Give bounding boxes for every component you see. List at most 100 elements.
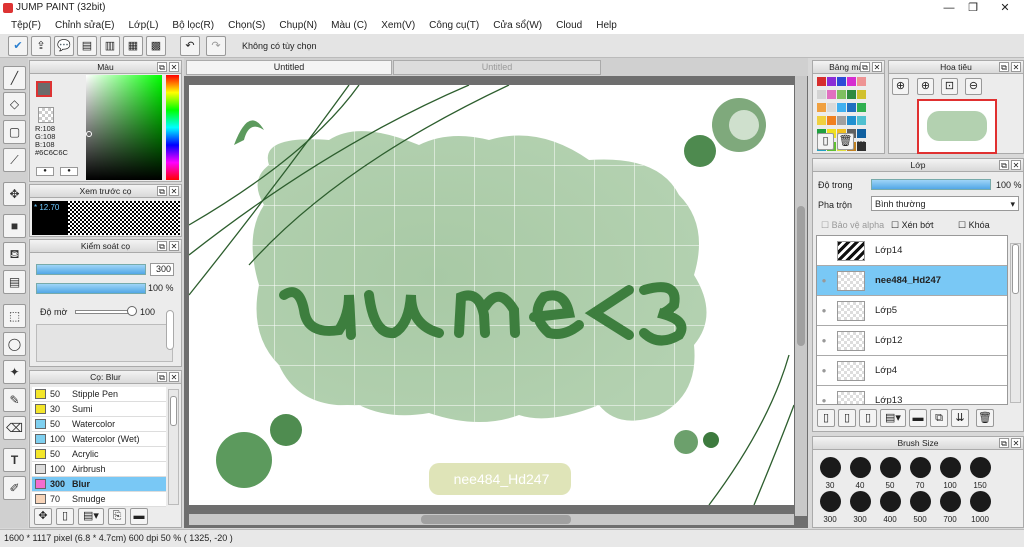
text-tool-icon[interactable]: T xyxy=(3,448,26,472)
palette-swatch[interactable] xyxy=(836,89,846,99)
brush-size-option[interactable]: 300 xyxy=(815,491,845,524)
new-brush-icon[interactable]: ▯ xyxy=(56,508,74,525)
zoom-in-icon[interactable]: ⊕ xyxy=(892,78,909,95)
brush-size-value[interactable]: 300 xyxy=(150,263,174,276)
hue-slider[interactable] xyxy=(166,75,179,180)
layer-opacity-slider[interactable] xyxy=(871,179,991,190)
cloud-check-icon[interactable]: ✔ xyxy=(8,36,28,56)
brush-size-option[interactable]: 1000 xyxy=(965,491,995,524)
float-icon[interactable]: ⧉ xyxy=(999,438,1009,448)
brush-size-option[interactable]: 100 xyxy=(935,457,965,490)
color-swap-icon[interactable]: ● xyxy=(60,167,78,176)
clip-checkbox[interactable]: ☐ Xén bớt xyxy=(891,220,934,231)
palette-swatch[interactable] xyxy=(836,115,846,125)
close-icon[interactable]: ✕ xyxy=(169,62,179,72)
palette-swatch[interactable] xyxy=(826,89,836,99)
menu-color[interactable]: Màu (C) xyxy=(324,20,374,31)
delete-layer-icon[interactable]: 🗑 xyxy=(976,409,994,427)
rect-tool-icon[interactable]: ▢ xyxy=(3,120,26,144)
fill-rect-tool-icon[interactable]: ■ xyxy=(3,214,26,238)
palette-swatch[interactable] xyxy=(826,76,836,86)
maximize-button[interactable]: ❐ xyxy=(958,0,988,16)
close-icon[interactable]: ✕ xyxy=(1011,160,1021,170)
brush-item[interactable]: 300 Blur xyxy=(32,477,166,492)
navigator-thumbnail[interactable] xyxy=(917,99,997,154)
float-icon[interactable]: ⧉ xyxy=(999,62,1009,72)
chat-icon[interactable]: 💬 xyxy=(54,36,74,56)
layer-visibility-icon[interactable]: ● xyxy=(817,366,831,375)
palette-swatch[interactable] xyxy=(816,76,826,86)
layer-row[interactable]: ● Lớp4 xyxy=(817,356,1007,386)
palette-swatch[interactable] xyxy=(816,115,826,125)
brush-folder-icon[interactable]: ▬ xyxy=(130,508,148,525)
zoom-out-icon[interactable]: ⊕ xyxy=(917,78,934,95)
brush-item[interactable]: 50 Acrylic xyxy=(32,447,166,462)
brush-tip-icon[interactable]: ✥ xyxy=(34,508,52,525)
select-pen-icon[interactable]: ✎ xyxy=(3,388,26,412)
folder-icon[interactable]: ▬ xyxy=(909,409,927,427)
palette-swatch[interactable] xyxy=(856,115,866,125)
layer-row[interactable]: Lớp14 xyxy=(817,236,1007,266)
palette-swatch[interactable] xyxy=(836,102,846,112)
canvas-h-scrollbar[interactable] xyxy=(189,514,794,525)
comment-icon[interactable]: ▤ xyxy=(77,36,97,56)
palette-swatch[interactable] xyxy=(846,76,856,86)
tab-untitled-1[interactable]: Untitled xyxy=(186,60,392,75)
brush-size-option[interactable]: 30 xyxy=(815,457,845,490)
undo-icon[interactable]: ↶ xyxy=(180,36,200,56)
float-icon[interactable]: ⧉ xyxy=(157,241,167,251)
select-rect-icon[interactable]: ⬚ xyxy=(3,304,26,328)
grid-icon[interactable]: ▩ xyxy=(146,36,166,56)
menu-tools[interactable]: Công cụ(T) xyxy=(422,20,486,31)
palette-swatch[interactable] xyxy=(816,89,826,99)
close-icon[interactable]: ✕ xyxy=(169,186,179,196)
brush-size-option[interactable]: 150 xyxy=(965,457,995,490)
menu-help[interactable]: Help xyxy=(589,20,624,31)
palette-swatch[interactable] xyxy=(826,115,836,125)
brush-size-option[interactable]: 500 xyxy=(905,491,935,524)
move-tool-icon[interactable]: ✥ xyxy=(3,182,26,206)
picker-cursor[interactable] xyxy=(86,131,92,137)
new-1bit-layer-icon[interactable]: ▯ xyxy=(838,409,856,427)
brush-copy-icon[interactable]: ⎘ xyxy=(108,508,126,525)
brush-item[interactable]: 100 Airbrush xyxy=(32,462,166,477)
transparent-swatch[interactable] xyxy=(38,107,54,123)
brush-item[interactable]: 50 Watercolor xyxy=(32,417,166,432)
density-slider[interactable] xyxy=(75,310,133,314)
layer-menu-icon[interactable]: ▤▾ xyxy=(880,409,906,427)
brush-item[interactable]: 70 Smudge xyxy=(32,492,166,507)
close-icon[interactable]: ✕ xyxy=(169,241,179,251)
layer-visibility-icon[interactable]: ● xyxy=(817,336,831,345)
menu-edit[interactable]: Chỉnh sửa(E) xyxy=(48,20,122,31)
foreground-color-swatch[interactable] xyxy=(36,81,52,97)
palette-swatch[interactable] xyxy=(816,102,826,112)
brush-menu-icon[interactable]: ▤▾ xyxy=(78,508,104,525)
menu-cloud[interactable]: Cloud xyxy=(549,20,589,31)
eraser-tool-icon[interactable]: ◇ xyxy=(3,92,26,116)
new-swatch-icon[interactable]: ▯ xyxy=(817,133,834,150)
float-icon[interactable]: ⧉ xyxy=(157,62,167,72)
layer-row[interactable]: ● Lớp5 xyxy=(817,296,1007,326)
float-icon[interactable]: ⧉ xyxy=(999,160,1009,170)
new-layer-icon[interactable]: ▯ xyxy=(817,409,835,427)
brush-size-option[interactable]: 40 xyxy=(845,457,875,490)
close-icon[interactable]: ✕ xyxy=(1011,438,1021,448)
menu-filter[interactable]: Bộ lọc(R) xyxy=(165,20,221,31)
palette-swatch[interactable] xyxy=(856,89,866,99)
layer-row[interactable]: ● Lớp12 xyxy=(817,326,1007,356)
palette-swatch[interactable] xyxy=(846,102,856,112)
brush-opacity-slider[interactable] xyxy=(36,283,146,294)
duplicate-layer-icon[interactable]: ⧉ xyxy=(930,409,948,427)
brush-item[interactable]: 100 Watercolor (Wet) xyxy=(32,432,166,447)
layer-visibility-icon[interactable]: ● xyxy=(817,276,831,285)
menu-window[interactable]: Cửa sổ(W) xyxy=(486,20,549,31)
bucket-tool-icon[interactable]: ⛾ xyxy=(3,242,26,266)
layer-row[interactable]: ● nee484_Hd247 xyxy=(817,266,1007,296)
document-icon[interactable]: ▥ xyxy=(100,36,120,56)
share-icon[interactable]: ⇪ xyxy=(31,36,51,56)
brush-size-option[interactable]: 400 xyxy=(875,491,905,524)
menu-layer[interactable]: Lớp(L) xyxy=(122,20,166,31)
saturation-value-picker[interactable] xyxy=(86,75,162,180)
protect-alpha-checkbox[interactable]: ☐ Bảo vệ alpha xyxy=(821,220,884,231)
layer-row[interactable]: ● Lớp13 xyxy=(817,386,1007,404)
